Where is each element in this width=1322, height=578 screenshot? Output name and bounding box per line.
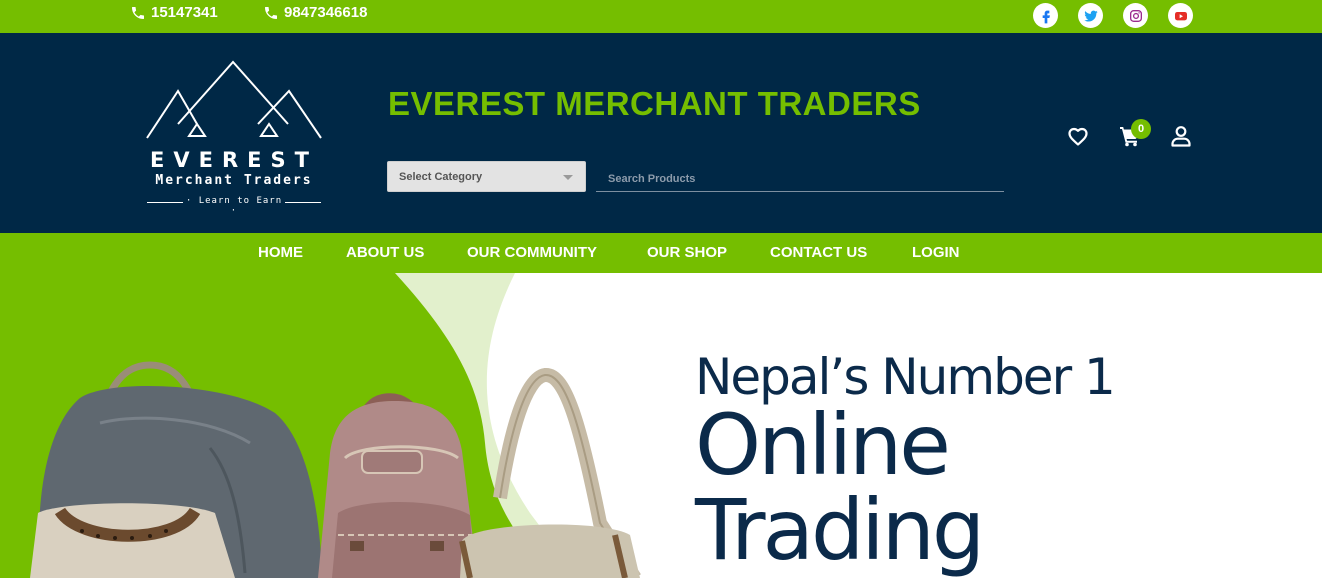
phone-contact-1[interactable]: 15147341: [130, 4, 218, 21]
account-button[interactable]: [1169, 124, 1193, 153]
phone-number-2: 9847346618: [284, 4, 368, 21]
instagram-link[interactable]: [1123, 3, 1148, 28]
hero-headline-line-3: Trading: [695, 481, 985, 578]
phone-number-1: 15147341: [151, 4, 218, 21]
top-bar: 15147341 9847346618: [0, 0, 1322, 33]
logo-tagline: · Learn to Earn ·: [185, 196, 283, 216]
divider: [147, 202, 183, 203]
product-bags-image: [30, 361, 641, 578]
nav-our-shop[interactable]: OUR SHOP: [647, 244, 727, 261]
heart-icon: [1068, 127, 1088, 146]
caret-down-icon: [563, 175, 573, 180]
facebook-link[interactable]: [1033, 3, 1058, 28]
nav-home[interactable]: HOME: [258, 244, 303, 261]
main-navigation: HOME ABOUT US OUR COMMUNITY OUR SHOP CON…: [0, 233, 1322, 273]
nav-contact-us[interactable]: CONTACT US: [770, 244, 867, 261]
divider: [285, 202, 321, 203]
phone-contact-2[interactable]: 9847346618: [263, 4, 367, 21]
cart-count-badge: 0: [1131, 119, 1151, 139]
category-select[interactable]: Select Category: [387, 161, 586, 192]
wishlist-button[interactable]: [1066, 124, 1090, 153]
instagram-icon: [1129, 9, 1142, 22]
youtube-link[interactable]: [1168, 3, 1193, 28]
search-input[interactable]: [596, 166, 1004, 192]
user-icon: [1171, 126, 1191, 147]
nav-login[interactable]: LOGIN: [912, 244, 960, 261]
site-logo[interactable]: EVEREST Merchant Traders · Learn to Earn…: [145, 60, 325, 216]
nav-about-us[interactable]: ABOUT US: [346, 244, 424, 261]
header-actions: 0: [1066, 119, 1196, 153]
site-header: EVEREST Merchant Traders · Learn to Earn…: [0, 33, 1322, 233]
facebook-icon: [1042, 10, 1050, 23]
youtube-icon: [1174, 11, 1187, 20]
nav-our-community[interactable]: OUR COMMUNITY: [467, 244, 597, 261]
logo-tagline-row: · Learn to Earn ·: [145, 196, 323, 216]
logo-wordmark: EVEREST: [150, 148, 318, 172]
mountain-logo-icon: [146, 60, 322, 139]
logo-subtitle: Merchant Traders: [155, 173, 313, 188]
phone-icon: [132, 6, 144, 19]
category-select-value: Select Category: [399, 170, 483, 183]
hero-banner: Nepal’s Number 1 Online Trading: [0, 273, 1322, 578]
hero-headline-line-2: Online: [695, 396, 951, 494]
twitter-icon: [1083, 10, 1098, 22]
site-title: EVEREST MERCHANT TRADERS: [388, 85, 921, 122]
social-links: [1033, 3, 1193, 28]
twitter-link[interactable]: [1078, 3, 1103, 28]
phone-icon: [265, 6, 277, 19]
